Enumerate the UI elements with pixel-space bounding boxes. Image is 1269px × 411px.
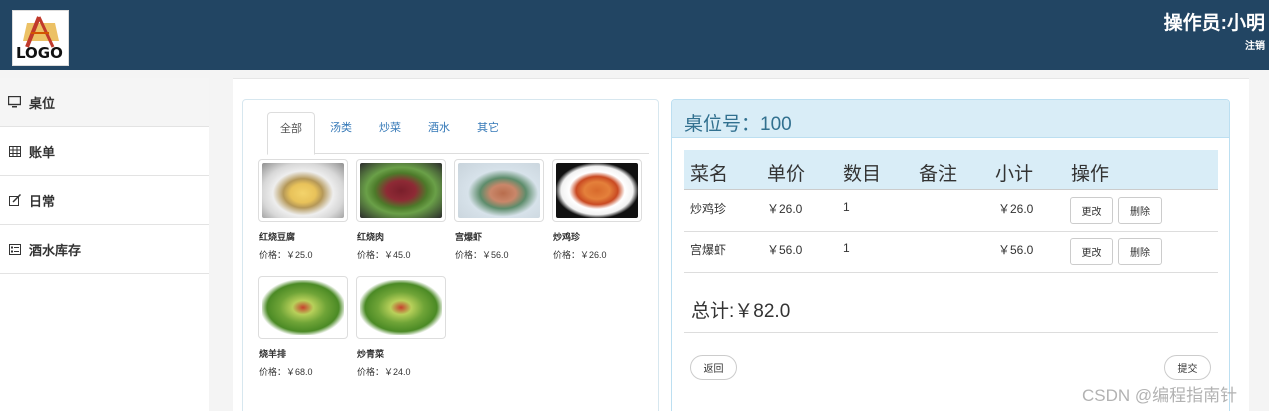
dish-name: 红烧肉 [357,232,385,242]
dish-name: 炒青菜 [357,349,385,359]
dish-name: 烧羊排 [259,349,287,359]
dish-image[interactable] [258,276,348,339]
sidebar: 桌位 账单 日常 酒水库存 [0,78,209,411]
table-row: 宫爆虾 ￥56.0 1 ￥56.0 更改 删除 [684,232,1218,273]
watermark: CSDN @编程指南针 [1082,386,1238,405]
logo-text: LOGO [16,44,63,62]
sidebar-item-label: 账单 [29,144,56,160]
dish-image[interactable] [356,159,446,222]
table-row: 炒鸡珍 ￥26.0 1 ￥26.0 更改 删除 [684,191,1218,232]
order-panel: 桌位号：100 菜名 单价 数目 备注 小计 操作 炒鸡珍 ￥26.0 1 ￥2… [671,99,1230,411]
column-header: 操作 [1071,164,1110,185]
order-panel-header: 桌位号：100 [672,100,1229,138]
list-icon [8,243,21,256]
table-icon [8,145,21,158]
right-gutter [1249,70,1269,411]
dish-price: 价格：￥25.0 [259,250,313,260]
operator-name: 操作员:小明 [1163,13,1265,34]
tab-stir-fry[interactable]: 炒菜 [367,112,413,154]
order-total: 总计:￥82.0 [691,301,791,322]
logo: LOGO [12,10,69,66]
edit-icon [8,194,21,207]
cell-subtotal: ￥26.0 [998,202,1034,216]
dish-image[interactable] [258,159,348,222]
monitor-icon [8,96,21,109]
dish-image[interactable] [552,159,642,222]
sidebar-item-label: 酒水库存 [29,242,82,258]
logout-link[interactable]: 注销 [1245,37,1265,52]
delete-button[interactable]: 删除 [1118,238,1162,265]
column-header: 菜名 [690,164,729,185]
tab-all[interactable]: 全部 [267,112,315,155]
column-header: 数目 [843,164,882,185]
sidebar-item-bills[interactable]: 账单 [0,127,209,176]
submit-button[interactable]: 提交 [1164,355,1211,380]
cell-subtotal: ￥56.0 [998,243,1034,257]
dish-price: 价格：￥26.0 [553,250,607,260]
sidebar-item-label: 桌位 [29,95,56,111]
cell-dish-name: 炒鸡珍 [690,202,727,216]
sidebar-item-inventory[interactable]: 酒水库存 [0,225,209,274]
column-header: 备注 [919,164,958,185]
tab-drinks[interactable]: 酒水 [416,112,462,154]
dish-image[interactable] [454,159,544,222]
sidebar-item-label: 日常 [29,193,56,209]
cell-quantity: 1 [843,241,850,255]
tab-other[interactable]: 其它 [465,112,511,154]
dish-name: 炒鸡珍 [553,232,581,242]
top-bar: LOGO 操作员:小明 注销 [0,0,1269,70]
dish-price: 价格：￥56.0 [455,250,509,260]
cell-quantity: 1 [843,200,850,214]
category-tabs: 全部 汤类 炒菜 酒水 其它 [267,112,649,155]
sidebar-item-tables[interactable]: 桌位 [0,78,209,127]
cell-unit-price: ￥56.0 [767,243,803,257]
divider [684,332,1218,333]
delete-button[interactable]: 删除 [1118,197,1162,224]
dish-name: 宫爆虾 [455,232,483,242]
sidebar-item-daily[interactable]: 日常 [0,176,209,225]
dish-price: 价格：￥24.0 [357,367,411,377]
edit-button[interactable]: 更改 [1070,197,1113,224]
cell-unit-price: ￥26.0 [767,202,803,216]
dish-image[interactable] [356,276,446,339]
edit-button[interactable]: 更改 [1070,238,1113,265]
cell-dish-name: 宫爆虾 [690,243,727,257]
tab-soup[interactable]: 汤类 [318,112,364,154]
back-button[interactable]: 返回 [690,355,737,380]
column-header: 单价 [767,164,806,185]
table-number-title: 桌位号：100 [684,114,792,135]
dish-price: 价格：￥45.0 [357,250,411,260]
order-table-header: 菜名 单价 数目 备注 小计 操作 [684,150,1218,190]
dish-price: 价格：￥68.0 [259,367,313,377]
dish-name: 红烧豆腐 [259,232,296,242]
column-header: 小计 [995,164,1034,185]
menu-panel: 全部 汤类 炒菜 酒水 其它 红烧豆腐 价格：￥25.0 红烧肉 价格：￥45.… [242,99,659,411]
